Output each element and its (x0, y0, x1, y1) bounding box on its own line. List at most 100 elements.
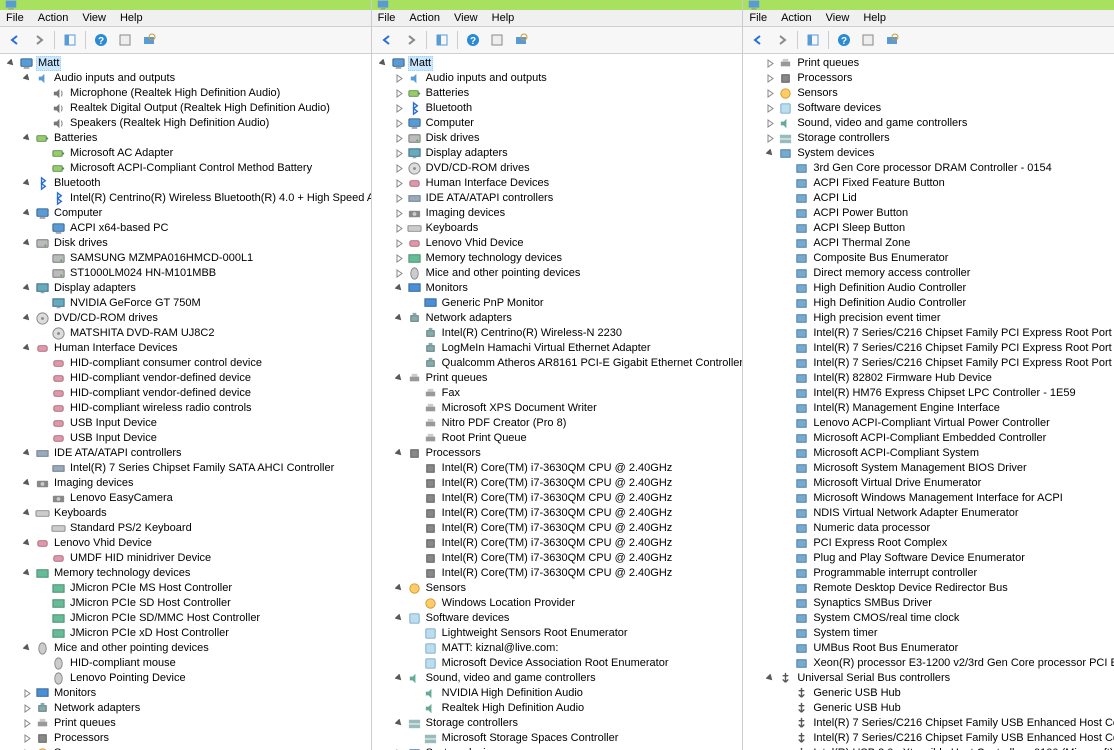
tree-item[interactable]: DVD/CD-ROM drives (22, 311, 371, 326)
tree-item[interactable]: Microsoft Storage Spaces Controller (410, 731, 743, 746)
tree-item[interactable]: HID-compliant wireless radio controls (38, 401, 371, 416)
tree-item-label[interactable]: HID-compliant consumer control device (68, 357, 264, 370)
tree-item-label[interactable]: Intel(R) 7 Series/C216 Chipset Family PC… (811, 342, 1114, 355)
menu-view[interactable]: View (82, 12, 106, 24)
expand-icon[interactable] (394, 268, 405, 279)
tree-item[interactable]: Microsoft XPS Document Writer (410, 401, 743, 416)
tree-item-label[interactable]: Network adapters (52, 702, 142, 715)
tree-item-label[interactable]: Standard PS/2 Keyboard (68, 522, 194, 535)
tree-item-label[interactable]: Human Interface Devices (424, 177, 552, 190)
tree-item-label[interactable]: High Definition Audio Controller (811, 282, 968, 295)
tree-item-label[interactable]: Intel(R) Core(TM) i7-3630QM CPU @ 2.40GH… (440, 567, 675, 580)
collapse-icon[interactable] (394, 283, 405, 294)
help-button[interactable]: ? (833, 29, 855, 51)
tree-item[interactable]: Imaging devices (394, 206, 743, 221)
tree-item[interactable]: Microsoft AC Adapter (38, 146, 371, 161)
tree-item-label[interactable]: ST1000LM024 HN-M101MBB (68, 267, 218, 280)
tree-item[interactable]: Intel(R) 7 Series/C216 Chipset Family US… (781, 716, 1114, 731)
tree-item-label[interactable]: Realtek High Definition Audio (440, 702, 586, 715)
expand-icon[interactable] (394, 163, 405, 174)
tree-item[interactable]: USB Input Device (38, 416, 371, 431)
tree-item[interactable]: 3rd Gen Core processor DRAM Controller -… (781, 161, 1114, 176)
tree-item[interactable]: System timer (781, 626, 1114, 641)
tree-item-label[interactable]: Sound, video and game controllers (424, 672, 598, 685)
scan-button[interactable] (138, 29, 160, 51)
tree-item-label[interactable]: Microsoft Windows Management Interface f… (811, 492, 1064, 505)
expand-icon[interactable] (394, 73, 405, 84)
menu-file[interactable]: File (749, 12, 767, 24)
tree-item[interactable]: Intel(R) Core(TM) i7-3630QM CPU @ 2.40GH… (410, 521, 743, 536)
collapse-icon[interactable] (22, 508, 33, 519)
tree-item-label[interactable]: Qualcomm Atheros AR8161 PCI-E Gigabit Et… (440, 357, 743, 370)
tree-item[interactable]: High precision event timer (781, 311, 1114, 326)
tree-item-label[interactable]: DVD/CD-ROM drives (424, 162, 532, 175)
tree-item-label[interactable]: IDE ATA/ATAPI controllers (52, 447, 184, 460)
collapse-icon[interactable] (378, 58, 389, 69)
tree-item[interactable]: Processors (765, 71, 1114, 86)
tree-item-label[interactable]: Batteries (424, 87, 471, 100)
menu-action[interactable]: Action (38, 12, 69, 24)
device-tree[interactable]: MattAudio inputs and outputsBatteriesBlu… (372, 54, 743, 750)
tree-item[interactable]: Generic USB Hub (781, 701, 1114, 716)
tree-item-label[interactable]: Intel(R) Management Engine Interface (811, 402, 1002, 415)
tree-item-label[interactable]: Microsoft ACPI-Compliant System (811, 447, 981, 460)
tree-item-label[interactable]: Remote Desktop Device Redirector Bus (811, 582, 1009, 595)
tree-item-label[interactable]: Lenovo EasyCamera (68, 492, 175, 505)
tree-item-label[interactable]: Intel(R) Core(TM) i7-3630QM CPU @ 2.40GH… (440, 462, 675, 475)
tree-root[interactable]: Matt (378, 56, 743, 71)
tree-item-label[interactable]: Generic PnP Monitor (440, 297, 546, 310)
tree-item[interactable]: Print queues (22, 716, 371, 731)
tree-item-label[interactable]: NDIS Virtual Network Adapter Enumerator (811, 507, 1020, 520)
tree-item-label[interactable]: UMBus Root Bus Enumerator (811, 642, 960, 655)
tree-item-label[interactable]: Microsoft System Management BIOS Driver (811, 462, 1028, 475)
tree-item[interactable]: NVIDIA GeForce GT 750M (38, 296, 371, 311)
tree-item[interactable]: Generic USB Hub (781, 686, 1114, 701)
tree-item[interactable]: Software devices (765, 101, 1114, 116)
tree-item[interactable]: Processors (394, 446, 743, 461)
tree-item[interactable]: Microphone (Realtek High Definition Audi… (38, 86, 371, 101)
tree-item[interactable]: Synaptics SMBus Driver (781, 596, 1114, 611)
tree-item-label[interactable]: Lenovo Vhid Device (52, 537, 154, 550)
tree-item-label[interactable]: Intel(R) Core(TM) i7-3630QM CPU @ 2.40GH… (440, 522, 675, 535)
collapse-icon[interactable] (22, 448, 33, 459)
tree-item[interactable]: Lightweight Sensors Root Enumerator (410, 626, 743, 641)
tree-item[interactable]: SAMSUNG MZMPA016HMCD-000L1 (38, 251, 371, 266)
tree-item-label[interactable]: JMicron PCIe xD Host Controller (68, 627, 231, 640)
expand-icon[interactable] (394, 238, 405, 249)
tree-item[interactable]: Intel(R) Core(TM) i7-3630QM CPU @ 2.40GH… (410, 506, 743, 521)
tree-item[interactable]: Intel(R) Core(TM) i7-3630QM CPU @ 2.40GH… (410, 536, 743, 551)
tree-root-label[interactable]: Matt (408, 56, 433, 71)
tree-item[interactable]: Microsoft Windows Management Interface f… (781, 491, 1114, 506)
tree-item[interactable]: System devices (765, 146, 1114, 161)
tree-item-label[interactable]: Intel(R) 7 Series/C216 Chipset Family PC… (811, 357, 1114, 370)
tree-item[interactable]: Intel(R) Core(TM) i7-3630QM CPU @ 2.40GH… (410, 491, 743, 506)
collapse-icon[interactable] (22, 343, 33, 354)
tree-item[interactable]: Realtek Digital Output (Realtek High Def… (38, 101, 371, 116)
tree-item-label[interactable]: Display adapters (52, 282, 138, 295)
tree-item-label[interactable]: Sound, video and game controllers (795, 117, 969, 130)
tree-item-label[interactable]: Keyboards (52, 507, 109, 520)
collapse-icon[interactable] (22, 73, 33, 84)
tree-item-label[interactable]: Intel(R) 7 Series Chipset Family SATA AH… (68, 462, 336, 475)
tree-item-label[interactable]: Microsoft Device Association Root Enumer… (440, 657, 671, 670)
expand-icon[interactable] (394, 208, 405, 219)
back-button[interactable] (747, 29, 769, 51)
tree-item[interactable]: Batteries (22, 131, 371, 146)
tree-item-label[interactable]: ACPI x64-based PC (68, 222, 170, 235)
tree-item-label[interactable]: ACPI Power Button (811, 207, 910, 220)
expand-icon[interactable] (394, 133, 405, 144)
tree-root-label[interactable]: Matt (36, 56, 61, 71)
tree-item-label[interactable]: Human Interface Devices (52, 342, 180, 355)
tree-item-label[interactable]: Microsoft Storage Spaces Controller (440, 732, 621, 745)
expand-icon[interactable] (765, 118, 776, 129)
tree-item[interactable]: Microsoft ACPI-Compliant Embedded Contro… (781, 431, 1114, 446)
tree-item[interactable]: Keyboards (394, 221, 743, 236)
tree-item-label[interactable]: Memory technology devices (424, 252, 564, 265)
collapse-icon[interactable] (22, 538, 33, 549)
show-hide-button[interactable] (59, 29, 81, 51)
tree-item[interactable]: LogMeIn Hamachi Virtual Ethernet Adapter (410, 341, 743, 356)
tree-item[interactable]: MATSHITA DVD-RAM UJ8C2 (38, 326, 371, 341)
tree-item[interactable]: Intel(R) 7 Series/C216 Chipset Family PC… (781, 326, 1114, 341)
tree-item[interactable]: Intel(R) Core(TM) i7-3630QM CPU @ 2.40GH… (410, 566, 743, 581)
tree-item-label[interactable]: Sensors (795, 87, 839, 100)
